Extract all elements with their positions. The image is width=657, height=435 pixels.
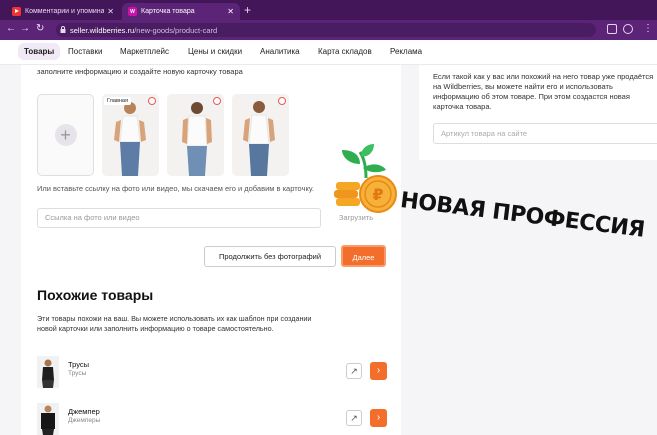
next-button[interactable]: Далее [341,245,386,267]
coin-sprout-icon: ₽ [334,144,397,213]
address-bar-row: ← → ↻ seller.wildberries.ru/new-goods/pr… [0,20,657,40]
product-card-form: заполните информацию и создайте новую ка… [21,65,401,435]
photo-woman-tank-top [167,94,224,176]
delete-icon[interactable] [213,97,221,105]
add-photo-button[interactable]: + [37,94,94,176]
ruble-icon: ₽ [372,185,383,204]
product-photo[interactable] [167,94,224,176]
main-photo-badge: Главная [104,97,131,105]
nav-item-supplies[interactable]: Поставки [68,47,102,56]
similar-products-description: Эти товары похожи на ваш. Вы можете испо… [37,314,312,333]
external-link-icon[interactable]: ↗ [346,410,362,426]
product-thumbnail [37,403,59,435]
product-photo[interactable] [232,94,289,176]
overlay-slogan: НОВАЯ ПРОФЕССИЯ [398,188,646,243]
tab-comments[interactable]: Комментарии и упоминания ✕ [6,3,120,20]
browser-tab-bar: Комментарии и упоминания ✕ W Карточка то… [0,0,657,20]
list-item: Джемпер Джемперы ↗ › [37,403,387,435]
nav-item-ads[interactable]: Реклама [390,47,422,56]
photo-woman-tank-top [232,94,289,176]
lock-icon [60,26,66,33]
continue-without-photos-button[interactable]: Продолжить без фотографий [204,246,336,267]
delete-icon[interactable] [278,97,286,105]
nav-item-products[interactable]: Товары [18,43,61,60]
find-existing-product-panel: Если такой как у вас или похожий на него… [419,65,657,160]
select-product-button[interactable]: › [370,362,387,380]
tab-product-card[interactable]: W Карточка товара ✕ [122,3,240,20]
product-category: Трусы [68,370,87,377]
product-name: Трусы [68,360,90,369]
nav-item-marketplace[interactable]: Маркетплейс [120,47,169,56]
find-product-hint: Если такой как у вас или похожий на него… [433,72,654,111]
product-thumbnail [37,356,59,388]
similar-products-title: Похожие товары [37,287,154,303]
coin-sprout-logo: ₽ [330,142,402,219]
photo-woman-tank-top [102,94,159,176]
wb-icon: W [128,7,137,16]
article-search-input[interactable]: Артикул товара на сайте [433,123,657,144]
product-photo[interactable]: Главная [102,94,159,176]
url-field[interactable]: seller.wildberries.ru/new-goods/product-… [56,23,596,37]
nav-item-warehouses[interactable]: Карта складов [318,47,372,56]
url-path: /new-goods/product-card [134,25,218,35]
tab-title: Карточка товара [141,8,195,15]
reload-icon[interactable]: ↻ [36,23,44,34]
plus-icon: + [54,124,77,146]
url-host: seller.wildberries.ru [70,25,135,35]
external-link-icon[interactable]: ↗ [346,363,362,379]
share-icon[interactable] [607,24,617,34]
main-nav: Товары Поставки Маркетплейс Цены и скидк… [0,40,657,65]
new-tab-button[interactable]: + [244,3,251,17]
nav-item-analytics[interactable]: Аналитика [260,47,300,56]
product-name: Джемпер [68,407,100,416]
nav-item-prices[interactable]: Цены и скидки [188,47,242,56]
forward-icon[interactable]: → [20,23,30,34]
close-icon[interactable]: ✕ [227,7,234,16]
youtube-icon [12,7,21,16]
menu-icon[interactable]: ⋮ [643,23,653,34]
back-icon[interactable]: ← [6,23,16,34]
delete-icon[interactable] [148,97,156,105]
photo-link-input[interactable]: Ссылка на фото или видео [37,208,321,228]
paste-link-hint: Или вставьте ссылку на фото или видео, м… [37,184,314,193]
tab-title: Комментарии и упоминания [25,8,105,15]
intro-text: заполните информацию и создайте новую ка… [37,67,243,76]
profile-icon[interactable] [623,24,633,34]
product-category: Джемперы [68,417,101,424]
list-item: Трусы Трусы ↗ › [37,356,387,388]
close-icon[interactable]: ✕ [107,7,114,16]
select-product-button[interactable]: › [370,409,387,427]
